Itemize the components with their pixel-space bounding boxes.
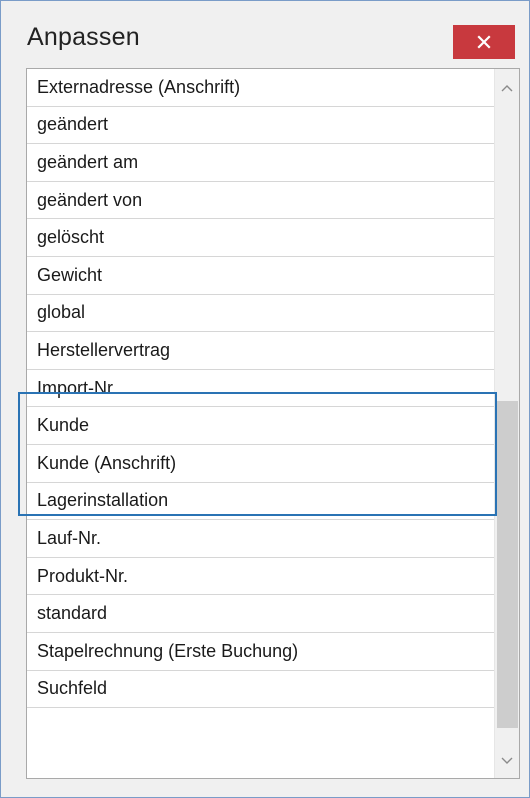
list-item[interactable]: Kunde (Anschrift) <box>27 444 495 483</box>
scroll-thumb[interactable] <box>497 400 518 729</box>
list-item[interactable]: Produkt-Nr. <box>27 557 495 596</box>
dialog-title: Anpassen <box>27 23 140 51</box>
field-list[interactable]: Externadresse (Anschrift) geändert geänder… <box>26 68 520 779</box>
list-item[interactable]: standard <box>27 595 495 633</box>
list-item[interactable]: Lauf-Nr. <box>27 520 495 558</box>
list-item[interactable]: Externadresse (Anschrift) <box>27 69 495 107</box>
list-item[interactable]: Herstellervertrag <box>27 332 495 370</box>
list-item[interactable]: geändert am <box>27 144 495 182</box>
field-list-rows: Externadresse (Anschrift) geändert geänder… <box>27 69 495 746</box>
list-item[interactable]: global <box>27 294 495 333</box>
chevron-down-icon <box>501 757 513 764</box>
customize-dialog: Anpassen Externadresse (Anschrift) geände… <box>0 0 530 798</box>
chevron-up-icon <box>501 85 513 92</box>
close-x-icon <box>477 35 491 49</box>
list-item[interactable]: Gewicht <box>27 256 495 295</box>
close-button[interactable] <box>453 25 515 59</box>
list-item[interactable]: Import-Nr. <box>27 369 495 408</box>
list-item[interactable]: Lagerinstallation <box>27 482 495 521</box>
vertical-scrollbar[interactable] <box>494 69 519 778</box>
list-item[interactable] <box>27 708 495 746</box>
list-item[interactable]: Suchfeld <box>27 670 495 709</box>
scroll-up-button[interactable] <box>495 75 519 101</box>
list-item[interactable]: geändert <box>27 106 495 145</box>
list-item[interactable]: Stapelrechnung (Erste Buchung) <box>27 632 495 671</box>
scroll-down-button[interactable] <box>495 748 519 774</box>
list-item[interactable]: geändert von <box>27 181 495 220</box>
list-item[interactable]: Kunde <box>27 407 495 445</box>
list-item[interactable]: gelöscht <box>27 219 495 257</box>
